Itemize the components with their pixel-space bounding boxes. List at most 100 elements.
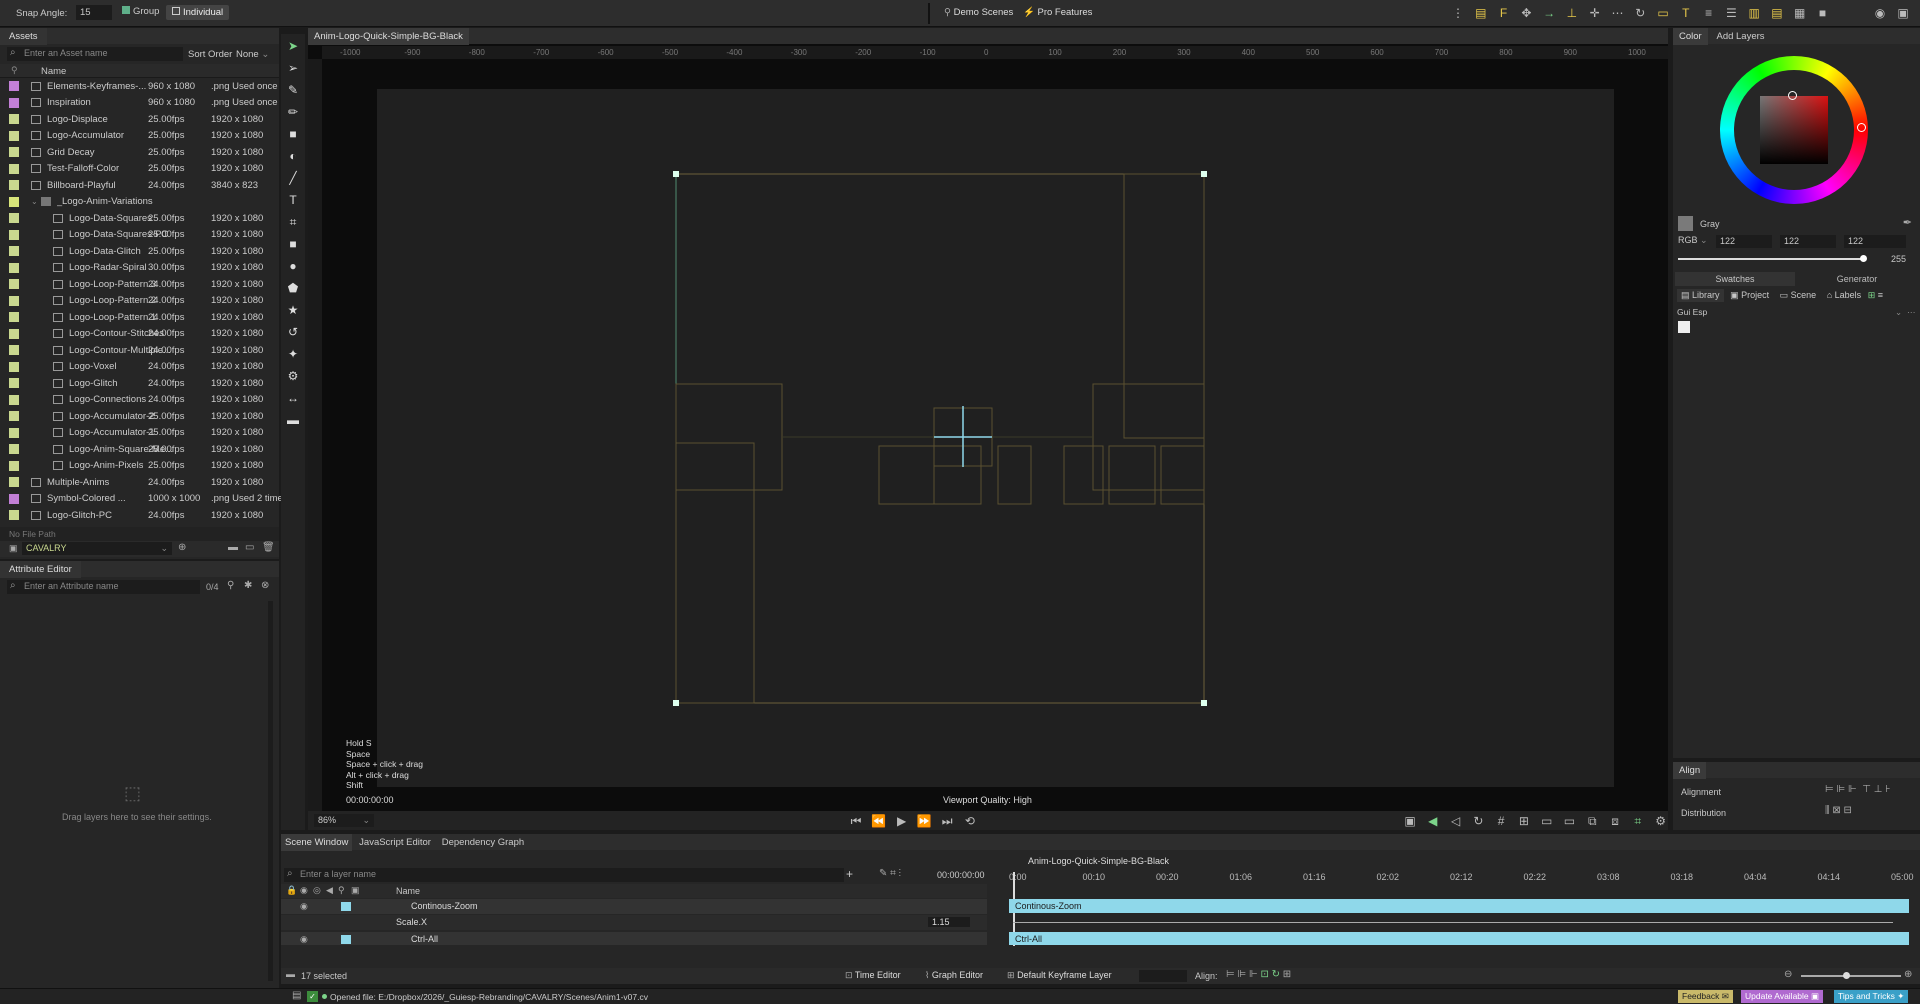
asset-color-swatch[interactable] [9, 510, 19, 521]
mute-icon[interactable]: ◁ [1448, 813, 1464, 829]
color-wheel[interactable] [1720, 56, 1868, 204]
color-mode-select[interactable]: RGB ⌄ [1678, 235, 1708, 246]
step-forward-icon[interactable]: ⏩ [916, 813, 932, 829]
layer-row[interactable]: Scale.X 1.15 [281, 915, 987, 930]
update-button[interactable]: Update Available ▣ [1741, 990, 1824, 1003]
asset-row[interactable]: Logo-Accumulator-2 25.00fps 1920 x 1080 [0, 408, 279, 425]
asset-row[interactable]: Elements-Keyframes-... 960 x 1080 .png Use… [0, 78, 279, 95]
pin-attr-icon[interactable]: ✱ [244, 580, 252, 591]
pro-features-button[interactable]: ⚡ Pro Features [1023, 7, 1092, 18]
asset-color-swatch[interactable] [9, 295, 19, 306]
ellipse-tool-icon[interactable]: ● [285, 258, 301, 274]
asset-row[interactable]: Test-Falloff-Color 25.00fps 1920 x 1080 [0, 161, 279, 178]
zoom-out-icon[interactable]: ⊖ [1784, 969, 1792, 980]
settings-icon[interactable]: ⚙ [1653, 813, 1669, 829]
sparkle-tool-icon[interactable]: ✦ [285, 346, 301, 362]
track-bar[interactable]: Ctrl-All [1009, 932, 1909, 945]
asset-color-swatch[interactable] [9, 229, 19, 240]
hue-handle[interactable] [1857, 123, 1866, 132]
viewport-tab[interactable]: Anim-Logo-Quick-Simple-BG-Black [308, 28, 469, 45]
asset-color-swatch[interactable] [9, 460, 19, 471]
color-tab[interactable]: Color [1673, 28, 1708, 45]
attribute-search-field[interactable]: ⌕ Enter an Attribute name [7, 580, 200, 594]
layer-color-chip[interactable] [341, 935, 351, 944]
pencil-tool-icon[interactable]: ✏ [285, 104, 301, 120]
asset-row[interactable]: Logo-Accumulator 25.00fps 1920 x 1080 [0, 128, 279, 145]
asset-row[interactable]: Logo-Anim-Square-Me... 25.00fps 1920 x 108… [0, 441, 279, 458]
saturation-square[interactable] [1760, 96, 1828, 164]
asset-color-swatch[interactable] [9, 279, 19, 290]
lock-attr-icon[interactable]: ⊗ [261, 580, 269, 591]
asset-color-swatch[interactable] [9, 147, 19, 158]
list-alt-icon[interactable]: ☰ [1723, 5, 1739, 21]
generator-tab[interactable]: Generator [1797, 272, 1917, 286]
track-bar[interactable]: Continous-Zoom [1009, 899, 1909, 913]
asset-row[interactable]: Logo-Connections 24.00fps 1920 x 1080 [0, 392, 279, 409]
asset-row[interactable]: Logo-Loop-Pattern 2 24.00fps 1920 x 1080 [0, 293, 279, 310]
asset-color-swatch[interactable] [9, 477, 19, 488]
step-back-icon[interactable]: ⏪ [871, 813, 887, 829]
asset-color-swatch[interactable] [9, 130, 19, 141]
blue-field[interactable]: 122 [1844, 235, 1906, 248]
text-tool-icon[interactable]: T [285, 192, 301, 208]
asset-color-swatch[interactable] [9, 312, 19, 323]
keyframe-value-field[interactable] [1139, 970, 1187, 982]
camera-icon[interactable]: ■ [1815, 5, 1831, 21]
grid-icon[interactable]: ⋮ [1450, 5, 1466, 21]
select-tool-icon[interactable]: ➤ [285, 38, 301, 54]
asset-color-swatch[interactable] [9, 427, 19, 438]
panels-icon[interactable]: ▦ [1792, 5, 1808, 21]
new-comp-icon[interactable]: ▭ [245, 542, 254, 553]
more-icon[interactable]: ⋯ [1907, 307, 1916, 318]
layer-color-chip[interactable] [341, 902, 351, 911]
asset-color-swatch[interactable] [9, 361, 19, 372]
play-icon[interactable]: ▶ [894, 813, 910, 829]
asset-color-swatch[interactable] [9, 345, 19, 356]
chevron-down-icon[interactable]: ⌄ [31, 197, 38, 206]
asset-color-swatch[interactable] [9, 213, 19, 224]
skip-end-icon[interactable]: ⏭ [939, 813, 955, 829]
asset-row[interactable]: Logo-Anim-Pixels 25.00fps 1920 x 1080 [0, 458, 279, 475]
bezier-tool-icon[interactable]: ◐ [285, 148, 301, 164]
skip-start-icon[interactable]: ⏮ [848, 813, 864, 829]
time-editor-button[interactable]: ⊡ Time Editor [845, 970, 901, 981]
asset-color-swatch[interactable] [9, 114, 19, 125]
asset-row[interactable]: Logo-Voxel 24.00fps 1920 x 1080 [0, 359, 279, 376]
zoom-select[interactable]: 86% ⌄ [314, 814, 374, 827]
transform-icon[interactable]: ✥ [1518, 5, 1534, 21]
asset-row[interactable]: Logo-Contour-Stitches 24.00fps 1920 x 1080 [0, 326, 279, 343]
snap-icon[interactable]: ⌗ [1630, 813, 1646, 829]
alpha-slider[interactable] [1678, 255, 1867, 262]
asset-row[interactable]: Logo-Data-Squares-PC 25.00fps 1920 x 1080 [0, 227, 279, 244]
chevron-down-icon[interactable]: ⌄ [1895, 307, 1902, 318]
add-asset-icon[interactable]: ⊕ [178, 542, 186, 553]
refresh-icon[interactable]: ↻ [1470, 813, 1486, 829]
monitor-icon[interactable]: ▭ [1561, 813, 1577, 829]
layer-row[interactable]: ◉ Ctrl-All [281, 932, 987, 945]
star-tool-icon[interactable]: ★ [285, 302, 301, 318]
asset-color-swatch[interactable] [9, 196, 19, 207]
attribute-editor-tab[interactable]: Attribute Editor [0, 561, 81, 578]
folder-icon[interactable]: ▬ [228, 542, 238, 553]
alpha-handle[interactable] [1860, 255, 1867, 262]
list-view-icon[interactable]: ≡ [1878, 290, 1883, 300]
asset-color-swatch[interactable] [9, 81, 19, 92]
arrow-right-icon[interactable]: → [1541, 5, 1557, 21]
direct-select-icon[interactable]: ➢ [285, 60, 301, 76]
javascript-editor-tab[interactable]: JavaScript Editor [355, 834, 435, 851]
asset-color-swatch[interactable] [9, 262, 19, 273]
columns-icon[interactable]: ▥ [1746, 5, 1762, 21]
time-ruler[interactable]: 0:00 00:10 00:20 01:06 01:16 02:02 02:12 02:22 0… [1009, 868, 1914, 882]
scene-timecode[interactable]: 00:00:00:00 [937, 870, 985, 880]
text-tool-icon[interactable]: T [1678, 5, 1694, 21]
individual-toggle[interactable]: Individual [166, 5, 230, 20]
keyframe-layer-select[interactable]: ⊞ Default Keyframe Layer [1007, 970, 1112, 981]
asset-row[interactable]: Grid Decay 25.00fps 1920 x 1080 [0, 144, 279, 161]
assets-tab[interactable]: Assets [0, 28, 47, 45]
frame-icon[interactable]: F [1496, 5, 1512, 21]
asset-row[interactable]: Symbol-Colored ... 1000 x 1000 .png Used 2… [0, 491, 288, 508]
asset-color-swatch[interactable] [9, 394, 19, 405]
grid-view-icon[interactable]: ⊞ [1868, 290, 1876, 300]
eyedropper-icon[interactable]: ✒ [1903, 216, 1912, 229]
scene-tab[interactable]: ▭ Scene [1776, 289, 1821, 302]
